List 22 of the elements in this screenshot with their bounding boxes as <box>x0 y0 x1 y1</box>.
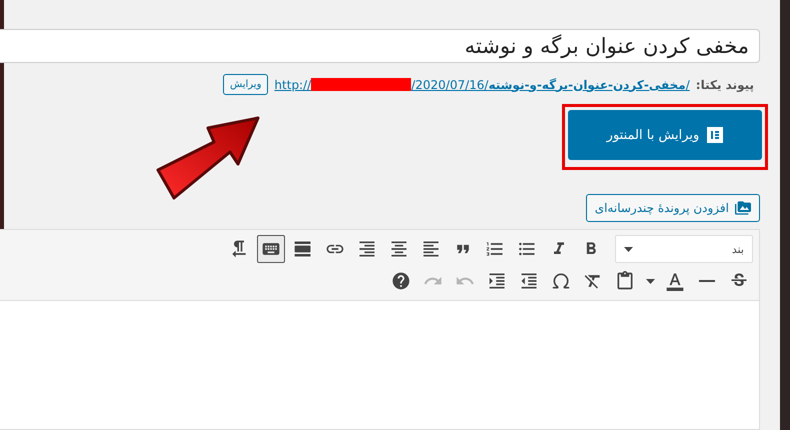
align-center-icon <box>389 239 409 259</box>
text-color-icon <box>665 271 685 291</box>
omega-icon <box>551 271 571 291</box>
clipboard-icon <box>615 271 635 291</box>
outdent-icon <box>519 271 539 291</box>
read-more-icon <box>293 239 313 259</box>
align-right-icon <box>357 239 377 259</box>
add-media-button[interactable]: افزودن پروندهٔ چندرسانه‌ای <box>586 194 760 222</box>
keyboard-button[interactable] <box>257 235 285 263</box>
align-left-icon <box>421 239 441 259</box>
horizontal-line-icon <box>699 280 715 282</box>
title-field[interactable]: مخفی کردن عنوان برگه و نوشته <box>0 29 760 63</box>
caret-icon <box>624 246 633 252</box>
indent-icon <box>487 271 507 291</box>
format-select[interactable]: بند <box>615 235 753 263</box>
media-icon <box>735 200 751 216</box>
edit-permalink-button[interactable]: ویرایش <box>222 74 268 95</box>
elementor-icon <box>707 127 724 143</box>
elementor-button[interactable]: ویرایش با المنتور <box>568 110 762 160</box>
caret-icon <box>646 278 654 284</box>
help-icon <box>391 271 411 291</box>
permalink-label: پیوند یکتا: <box>696 78 754 92</box>
